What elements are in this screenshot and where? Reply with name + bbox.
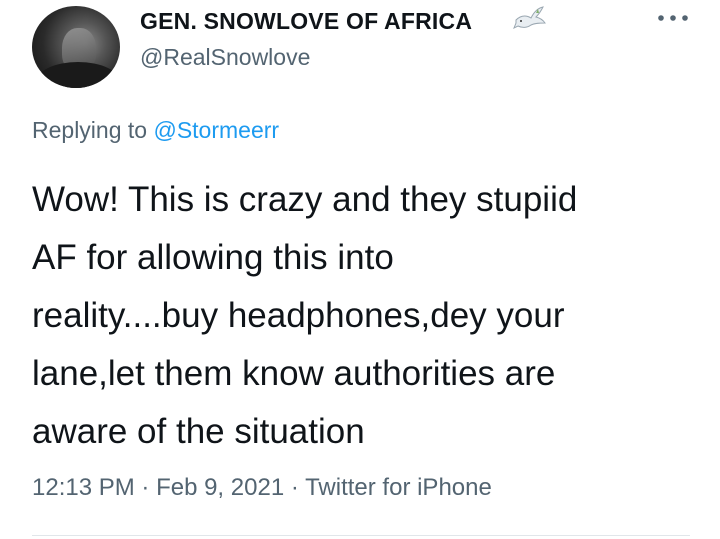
divider — [32, 535, 690, 536]
avatar[interactable] — [32, 6, 120, 88]
tweet-source[interactable]: Twitter for iPhone — [305, 474, 492, 501]
display-name[interactable]: GEN. SNOWLOVE OF AFRICA — [140, 8, 472, 35]
meta-separator: · — [284, 474, 306, 501]
meta-separator: · — [134, 474, 157, 501]
dove-icon — [513, 6, 546, 30]
replying-to: Replying to @Stormeerr — [32, 117, 279, 144]
avatar-shoulder — [36, 62, 120, 88]
reply-mention-link[interactable]: @Stormeerr — [153, 117, 279, 143]
tweet-meta: 12:13 PM · Feb 9, 2021 · Twitter for iPh… — [32, 474, 492, 502]
more-options-icon[interactable] — [655, 10, 691, 26]
tweet-time[interactable]: 12:13 PM — [32, 474, 135, 501]
tweet-date[interactable]: Feb 9, 2021 — [156, 474, 284, 501]
user-handle[interactable]: @RealSnowlove — [140, 44, 310, 71]
tweet-text: Wow! This is crazy and they stupiid AF f… — [32, 180, 578, 451]
replying-to-label: Replying to — [32, 117, 154, 143]
